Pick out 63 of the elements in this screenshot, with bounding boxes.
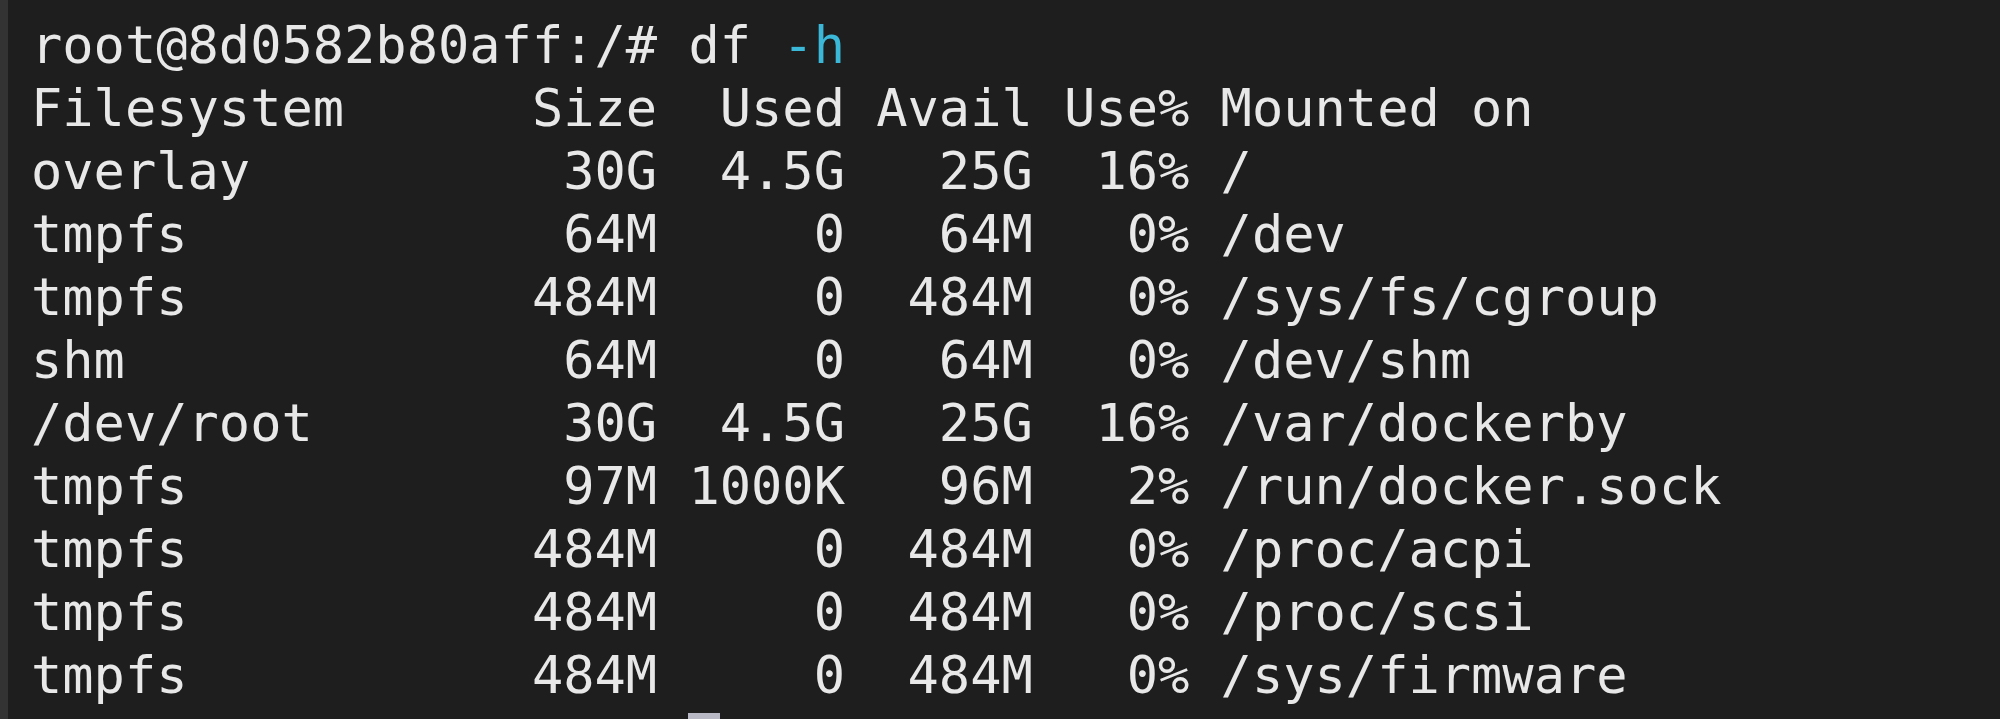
table-cell-text: 484M [530, 581, 658, 644]
table-cell-text: 96M [937, 455, 1033, 518]
table-cell-text: overlay [31, 140, 252, 203]
column-header: Avail [876, 77, 1033, 140]
table-cell-text: 484M [906, 581, 1033, 644]
column-header: Mounted on [1220, 77, 1534, 140]
table-cell-text: 30G [562, 140, 658, 203]
table-cell-text: 0% [1125, 266, 1190, 329]
table-cell: /dev [1220, 203, 1346, 266]
table-cell-text: 0 [812, 329, 845, 392]
table-cell-text: tmpfs [31, 518, 189, 581]
table-cell-text: 484M [530, 518, 658, 581]
table-cell-text: 0 [812, 266, 845, 329]
table-cell: /run/docker.sock [1220, 455, 1722, 518]
table-cell-text: tmpfs [31, 644, 189, 707]
table-cell-text: 25G [937, 140, 1033, 203]
table-cell-text: 0% [1125, 581, 1190, 644]
command-text: df [688, 14, 752, 77]
table-cell-text: 484M [906, 266, 1033, 329]
table-cell-text: 0% [1125, 329, 1190, 392]
table-cell-text: tmpfs [31, 455, 189, 518]
column-header: Use% [1064, 77, 1190, 140]
table-cell-text: 0 [812, 644, 845, 707]
table-cell-text: 25G [937, 392, 1033, 455]
table-cell-text: 0 [812, 581, 845, 644]
table-cell-text: 484M [530, 644, 658, 707]
table-cell-text: 16% [1094, 392, 1190, 455]
table-cell-text: 0% [1125, 644, 1190, 707]
table-cell-text: 0% [1125, 203, 1190, 266]
table-cell-text: 2% [1125, 455, 1190, 518]
table-cell-text: tmpfs [31, 203, 189, 266]
table-cell: /sys/fs/cgroup [1220, 266, 1659, 329]
table-cell: / [1220, 140, 1252, 203]
table-cell-text: 0% [1125, 518, 1190, 581]
table-cell-text: 64M [937, 329, 1033, 392]
table-cell-text: 0 [812, 518, 845, 581]
table-cell: 1000K [688, 455, 845, 518]
table-cell-text: 64M [562, 329, 658, 392]
table-cell-text: 4.5G [718, 140, 845, 203]
command-option: -h [782, 14, 845, 77]
table-cell-text: tmpfs [31, 266, 189, 329]
table-cell-text: 64M [937, 203, 1033, 266]
shell-prompt: root@8d0582b80aff:/# [31, 14, 658, 77]
table-cell-text: /dev/root [31, 392, 314, 455]
table-cell: /var/dockerby [1220, 392, 1628, 455]
column-header: Size [530, 77, 658, 140]
column-header: Used [718, 77, 845, 140]
table-cell-text: 484M [906, 518, 1033, 581]
table-cell-text: tmpfs [31, 581, 189, 644]
table-cell-text: shm [31, 329, 126, 392]
table-cell-text: 484M [530, 266, 658, 329]
table-cell: /proc/scsi [1220, 581, 1534, 644]
table-cell-text: 30G [562, 392, 658, 455]
column-header: Filesystem [31, 77, 346, 140]
table-cell-text: 64M [562, 203, 658, 266]
table-cell-text: 484M [906, 644, 1033, 707]
table-cell-text: 16% [1094, 140, 1190, 203]
table-cell: /dev/shm [1220, 329, 1472, 392]
table-cell-text: 4.5G [718, 392, 845, 455]
table-cell: /proc/acpi [1220, 518, 1534, 581]
table-cell-text: 0 [812, 203, 845, 266]
table-cell: /sys/firmware [1220, 644, 1628, 707]
table-cell-text: 97M [562, 455, 658, 518]
